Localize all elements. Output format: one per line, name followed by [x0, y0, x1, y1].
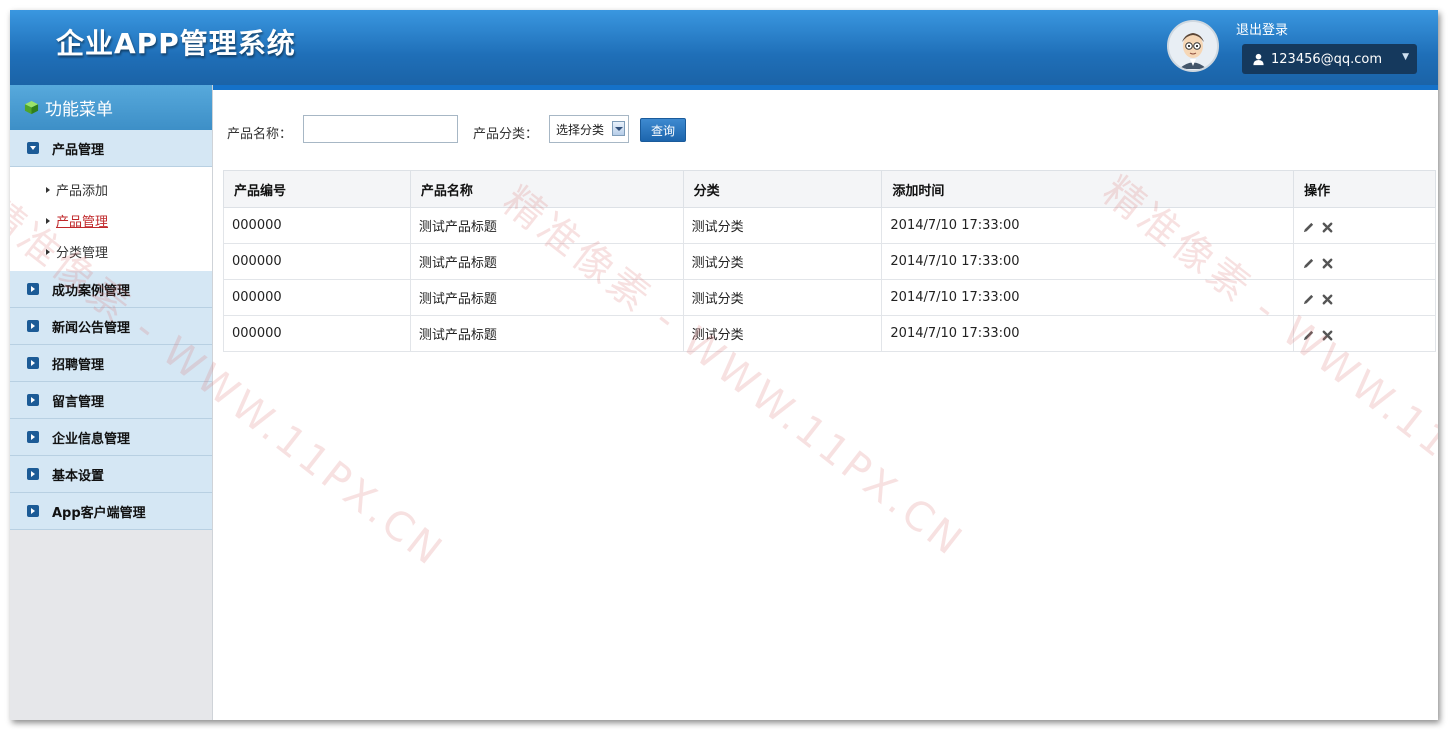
sidebar-item-category-manage[interactable]: 分类管理: [10, 236, 212, 267]
user-icon: [1253, 53, 1264, 65]
cell-actions: [1293, 207, 1436, 244]
collapse-icon: [27, 505, 39, 517]
sidebar-item-label: 产品管理: [56, 215, 109, 230]
cell-id: 000000: [223, 315, 411, 352]
sidebar-group-product[interactable]: 产品管理: [10, 130, 212, 167]
cell-time: 2014/7/10 17:33:00: [881, 207, 1295, 244]
sidebar-group-app-client[interactable]: App客户端管理: [10, 493, 212, 530]
cube-icon: [24, 100, 39, 115]
main-content: 产品名称： 产品分类： 选择分类 查询 产品编号 产品名称 分类 添加时间 操作: [213, 90, 1438, 720]
top-header: 企业APP管理系统 退出登录 123456@qq.com ▼: [10, 10, 1438, 85]
user-dropdown[interactable]: 123456@qq.com ▼: [1242, 44, 1417, 74]
sidebar: 功能菜单 产品管理 产品添加 产品管理 分类管理 成功案例管理 新闻公告管理 招…: [10, 85, 213, 720]
menu-title: 功能菜单: [10, 85, 212, 130]
collapse-icon: [27, 320, 39, 332]
sidebar-group-label: 新闻公告管理: [52, 320, 131, 336]
cell-category: 测试分类: [682, 315, 883, 352]
collapse-icon: [27, 468, 39, 480]
sidebar-group-recruit[interactable]: 招聘管理: [10, 345, 212, 382]
sidebar-group-settings[interactable]: 基本设置: [10, 456, 212, 493]
sidebar-group-label: 基本设置: [52, 468, 105, 484]
cell-id: 000000: [223, 207, 411, 244]
collapse-icon: [27, 357, 39, 369]
sidebar-item-product-manage[interactable]: 产品管理: [10, 205, 212, 236]
user-avatar[interactable]: [1167, 20, 1219, 72]
expand-icon: [27, 142, 39, 154]
cell-time: 2014/7/10 17:33:00: [881, 243, 1295, 280]
sidebar-group-label: 招聘管理: [52, 357, 105, 373]
cell-category: 测试分类: [682, 243, 883, 280]
edit-pencil-icon[interactable]: [1302, 293, 1315, 306]
sidebar-group-label: 留言管理: [52, 394, 105, 410]
sidebar-group-label: 成功案例管理: [52, 283, 131, 299]
cell-id: 000000: [223, 243, 411, 280]
table-row: 000000 测试产品标题 测试分类 2014/7/10 17:33:00: [223, 243, 1436, 280]
sidebar-group-news[interactable]: 新闻公告管理: [10, 308, 212, 345]
product-category-label: 产品分类：: [473, 127, 539, 142]
cell-category: 测试分类: [682, 207, 883, 244]
column-header-actions: 操作: [1293, 170, 1436, 208]
menu-title-label: 功能菜单: [45, 100, 113, 120]
collapse-icon: [27, 394, 39, 406]
sidebar-group-company-info[interactable]: 企业信息管理: [10, 419, 212, 456]
logout-link[interactable]: 退出登录: [1236, 19, 1288, 38]
product-name-input[interactable]: [303, 115, 458, 143]
sidebar-item-label: 产品添加: [56, 184, 109, 199]
cell-actions: [1293, 243, 1436, 280]
bullet-arrow-icon: [46, 248, 50, 255]
cell-name: 测试产品标题: [409, 207, 684, 244]
sidebar-group-cases[interactable]: 成功案例管理: [10, 271, 212, 308]
sidebar-group-messages[interactable]: 留言管理: [10, 382, 212, 419]
caret-down-icon: ▼: [1402, 52, 1409, 62]
sidebar-item-product-add[interactable]: 产品添加: [10, 174, 212, 205]
delete-x-icon[interactable]: [1321, 257, 1334, 270]
cell-id: 000000: [223, 279, 411, 316]
delete-x-icon[interactable]: [1321, 293, 1334, 306]
collapse-icon: [27, 431, 39, 443]
category-select[interactable]: 选择分类: [549, 115, 629, 143]
product-submenu: 产品添加 产品管理 分类管理: [10, 167, 212, 271]
delete-x-icon[interactable]: [1321, 329, 1334, 342]
table-row: 000000 测试产品标题 测试分类 2014/7/10 17:33:00: [223, 207, 1436, 244]
select-arrow-icon: [612, 121, 625, 136]
cell-name: 测试产品标题: [409, 243, 684, 280]
product-name-label: 产品名称：: [227, 127, 293, 142]
avatar-icon: [1169, 22, 1217, 70]
query-button[interactable]: 查询: [640, 118, 686, 142]
sidebar-group-label: 企业信息管理: [52, 431, 131, 447]
delete-x-icon[interactable]: [1321, 221, 1334, 234]
edit-pencil-icon[interactable]: [1302, 329, 1315, 342]
table-header-row: 产品编号 产品名称 分类 添加时间 操作: [223, 170, 1436, 208]
edit-pencil-icon[interactable]: [1302, 257, 1315, 270]
collapse-icon: [27, 283, 39, 295]
cell-time: 2014/7/10 17:33:00: [881, 279, 1295, 316]
column-header-time: 添加时间: [881, 170, 1295, 208]
cell-name: 测试产品标题: [409, 315, 684, 352]
table-row: 000000 测试产品标题 测试分类 2014/7/10 17:33:00: [223, 315, 1436, 352]
cell-actions: [1293, 279, 1436, 316]
table-row: 000000 测试产品标题 测试分类 2014/7/10 17:33:00: [223, 279, 1436, 316]
sidebar-item-label: 分类管理: [56, 246, 109, 261]
cell-time: 2014/7/10 17:33:00: [881, 315, 1295, 352]
user-email: 123456@qq.com: [1271, 51, 1383, 67]
column-header-name: 产品名称: [409, 170, 684, 208]
app-title: 企业APP管理系统: [56, 27, 296, 60]
category-select-value: 选择分类: [556, 122, 605, 137]
bullet-arrow-icon: [46, 186, 50, 193]
sidebar-group-label: App客户端管理: [52, 505, 146, 521]
column-header-id: 产品编号: [223, 170, 411, 208]
bullet-arrow-icon: [46, 217, 50, 224]
cell-actions: [1293, 315, 1436, 352]
sidebar-group-label: 产品管理: [52, 142, 105, 158]
cell-name: 测试产品标题: [409, 279, 684, 316]
column-header-category: 分类: [682, 170, 883, 208]
cell-category: 测试分类: [682, 279, 883, 316]
edit-pencil-icon[interactable]: [1302, 221, 1315, 234]
product-table: 产品编号 产品名称 分类 添加时间 操作 000000 测试产品标题 测试分类 …: [223, 170, 1436, 352]
app-window: 企业APP管理系统 退出登录 123456@qq.com ▼ 功能菜单 产品管理…: [10, 10, 1438, 720]
search-bar: 产品名称： 产品分类： 选择分类 查询: [227, 115, 927, 145]
